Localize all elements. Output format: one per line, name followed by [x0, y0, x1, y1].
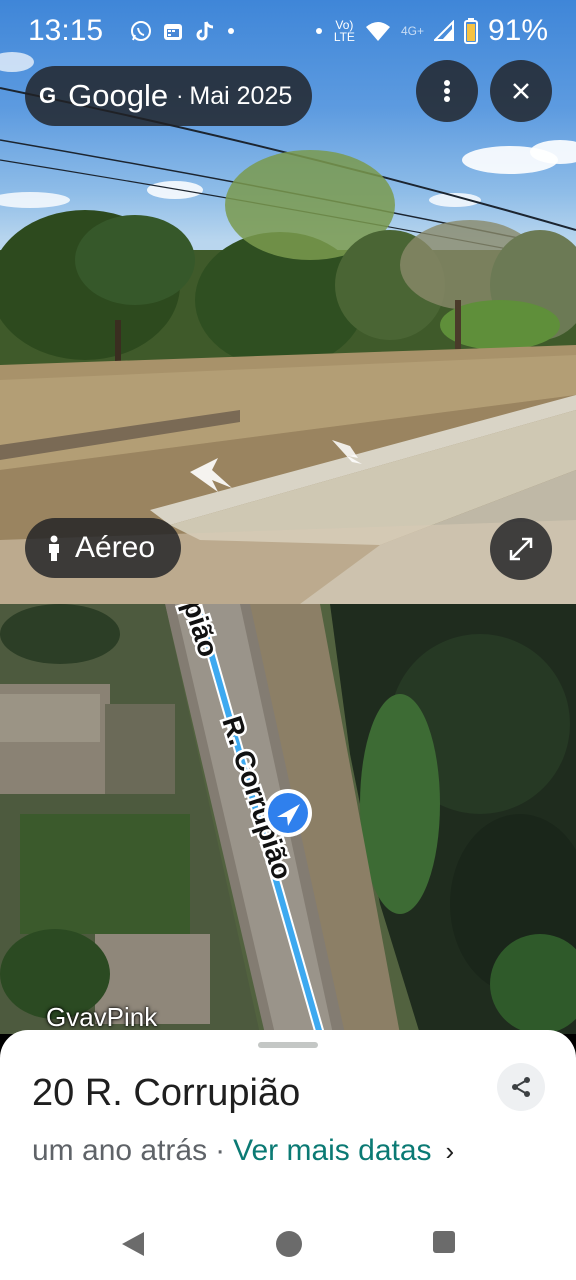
share-button[interactable]: [497, 1063, 545, 1111]
home-icon[interactable]: [275, 1230, 303, 1258]
more-vert-icon: [444, 80, 450, 102]
expand-icon: [509, 537, 533, 561]
whatsapp-icon: [130, 20, 152, 47]
network-4g-label: 4G+: [400, 24, 424, 38]
satellite-image: pião R. Corrupião: [0, 604, 576, 1034]
volte-indicator: Vo) LTE: [334, 19, 355, 43]
close-button[interactable]: [490, 60, 552, 122]
calendar-icon: [162, 20, 184, 47]
address-title: 20 R. Corrupião: [32, 1072, 301, 1114]
close-icon: [513, 83, 529, 99]
network-indicator: 4G+: [401, 25, 424, 37]
google-g-icon: G: [39, 83, 57, 108]
business-label[interactable]: GvavPink: [46, 1002, 157, 1033]
wifi-icon: [365, 22, 390, 41]
location-marker: [264, 789, 312, 837]
separator: ·: [215, 1134, 226, 1167]
volte-bottom: LTE: [333, 30, 355, 44]
aerial-button-label: Aéreo: [75, 531, 156, 564]
battery-icon: [463, 18, 478, 44]
brand-label: Google: [68, 78, 169, 113]
signal-icon: [433, 20, 454, 41]
status-bar: 13:15 Vo) LTE 4G+ 91%: [0, 0, 576, 64]
more-options-button[interactable]: [416, 60, 478, 122]
date-info-row: um ano atrás · Ver mais datas ›: [32, 1134, 454, 1168]
aerial-map[interactable]: pião R. Corrupião GvavPink: [0, 604, 576, 1034]
chevron-right-icon[interactable]: ›: [446, 1136, 455, 1167]
capture-age: um ano atrás: [32, 1134, 208, 1167]
expand-button[interactable]: [490, 518, 552, 580]
system-icons: Vo) LTE 4G+ 91%: [314, 14, 548, 48]
tiktok-icon: [194, 20, 216, 47]
system-navigation-bar: [0, 1200, 576, 1280]
sheet-drag-handle[interactable]: [258, 1042, 318, 1048]
dot-icon: [226, 20, 236, 47]
street-view-source-chip[interactable]: G Google · Mai 2025: [25, 66, 313, 126]
back-icon[interactable]: [120, 1230, 146, 1258]
capture-date: Mai 2025: [189, 81, 293, 110]
street-view-panorama[interactable]: 13:15 Vo) LTE 4G+ 91% G Google · Mai 202…: [0, 0, 576, 604]
notification-icons: [130, 20, 236, 47]
share-icon: [512, 1077, 530, 1097]
battery-percentage: 91%: [487, 14, 548, 47]
clock: 13:15: [28, 14, 104, 47]
person-icon: [49, 535, 59, 561]
dot-icon: [315, 28, 322, 34]
recents-icon[interactable]: [432, 1230, 456, 1254]
aerial-view-button[interactable]: Aéreo: [25, 518, 182, 578]
separator: ·: [176, 83, 184, 108]
more-dates-link[interactable]: Ver mais datas: [233, 1134, 431, 1168]
